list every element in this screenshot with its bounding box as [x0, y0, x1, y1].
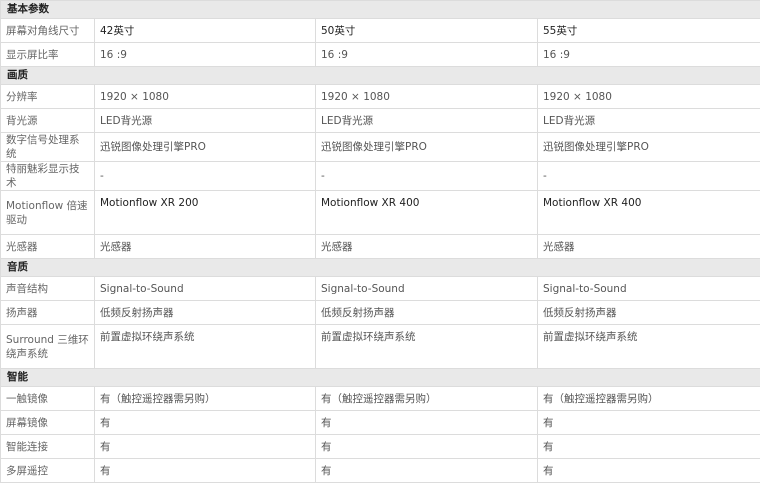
spec-value-model-3: 有 [538, 411, 760, 435]
section-title: 智能 [1, 369, 760, 387]
spec-label: 屏幕镜像 [1, 411, 95, 435]
spec-value-model-3: 有 [538, 459, 760, 483]
spec-row: 屏幕镜像有有有 [1, 411, 760, 435]
section-header: 智能 [1, 369, 760, 387]
spec-value-model-3: 1920 × 1080 [538, 85, 760, 109]
spec-label: Motionflow 倍速驱动 [1, 191, 95, 235]
spec-value-model-2: Motionflow XR 400 [316, 191, 538, 235]
spec-value-model-2: 低频反射扬声器 [316, 301, 538, 325]
section-header: 基本参数 [1, 1, 760, 19]
spec-row: 分辨率1920 × 10801920 × 10801920 × 1080 [1, 85, 760, 109]
spec-row: 屏幕对角线尺寸42英寸50英寸55英寸 [1, 19, 760, 43]
section-header: 音质 [1, 259, 760, 277]
spec-value-model-3: 有 [538, 435, 760, 459]
spec-table-body: 基本参数屏幕对角线尺寸42英寸50英寸55英寸显示屏比率16 :916 :916… [1, 1, 760, 483]
spec-value-model-1: LED背光源 [95, 109, 316, 133]
spec-value-model-2: LED背光源 [316, 109, 538, 133]
spec-value-model-1: Motionflow XR 200 [95, 191, 316, 235]
spec-label: 数字信号处理系统 [1, 133, 95, 162]
spec-value-model-1: 有 [95, 411, 316, 435]
spec-value-model-2: 迅锐图像处理引擎PRO [316, 133, 538, 162]
spec-label: 一触镜像 [1, 387, 95, 411]
spec-value-model-1: 有 [95, 435, 316, 459]
spec-label: 扬声器 [1, 301, 95, 325]
spec-label: 显示屏比率 [1, 43, 95, 67]
spec-table: 基本参数屏幕对角线尺寸42英寸50英寸55英寸显示屏比率16 :916 :916… [0, 0, 760, 483]
spec-value-model-1: - [95, 162, 316, 191]
spec-label: 声音结构 [1, 277, 95, 301]
spec-value-model-2: 有（触控遥控器需另购） [316, 387, 538, 411]
spec-value-model-3: 低频反射扬声器 [538, 301, 760, 325]
section-title: 音质 [1, 259, 760, 277]
spec-row: 数字信号处理系统迅锐图像处理引擎PRO迅锐图像处理引擎PRO迅锐图像处理引擎PR… [1, 133, 760, 162]
spec-label: 背光源 [1, 109, 95, 133]
spec-row: 扬声器低频反射扬声器低频反射扬声器低频反射扬声器 [1, 301, 760, 325]
spec-value-model-2: 有 [316, 435, 538, 459]
spec-value-model-1: 有（触控遥控器需另购） [95, 387, 316, 411]
spec-value-model-3: 前置虚拟环绕声系统 [538, 325, 760, 369]
spec-value-model-3: Motionflow XR 400 [538, 191, 760, 235]
spec-value-model-1: 低频反射扬声器 [95, 301, 316, 325]
spec-value-model-2: Signal-to-Sound [316, 277, 538, 301]
spec-value-model-1: 42英寸 [95, 19, 316, 43]
spec-value-model-1: 1920 × 1080 [95, 85, 316, 109]
spec-label: 特丽魅彩显示技术 [1, 162, 95, 191]
spec-value-model-1: 有 [95, 459, 316, 483]
spec-value-model-1: 光感器 [95, 235, 316, 259]
section-header: 画质 [1, 67, 760, 85]
spec-row: 多屏遥控有有有 [1, 459, 760, 483]
spec-value-model-2: 光感器 [316, 235, 538, 259]
spec-value-model-3: 迅锐图像处理引擎PRO [538, 133, 760, 162]
spec-row: 背光源LED背光源LED背光源LED背光源 [1, 109, 760, 133]
spec-value-model-2: 有 [316, 411, 538, 435]
spec-value-model-3: - [538, 162, 760, 191]
spec-label: 分辨率 [1, 85, 95, 109]
spec-value-model-2: - [316, 162, 538, 191]
spec-value-model-2: 有 [316, 459, 538, 483]
spec-value-model-3: Signal-to-Sound [538, 277, 760, 301]
spec-row: 一触镜像有（触控遥控器需另购）有（触控遥控器需另购）有（触控遥控器需另购） [1, 387, 760, 411]
spec-label: 光感器 [1, 235, 95, 259]
spec-row: 特丽魅彩显示技术--- [1, 162, 760, 191]
spec-label: 智能连接 [1, 435, 95, 459]
spec-row: 智能连接有有有 [1, 435, 760, 459]
spec-label: Surround 三维环绕声系统 [1, 325, 95, 369]
spec-row: Motionflow 倍速驱动Motionflow XR 200Motionfl… [1, 191, 760, 235]
spec-value-model-3: 55英寸 [538, 19, 760, 43]
section-title: 基本参数 [1, 1, 760, 19]
spec-value-model-3: 16 :9 [538, 43, 760, 67]
spec-row: 显示屏比率16 :916 :916 :9 [1, 43, 760, 67]
spec-value-model-2: 16 :9 [316, 43, 538, 67]
section-title: 画质 [1, 67, 760, 85]
spec-label: 屏幕对角线尺寸 [1, 19, 95, 43]
spec-row: 声音结构Signal-to-SoundSignal-to-SoundSignal… [1, 277, 760, 301]
spec-value-model-2: 前置虚拟环绕声系统 [316, 325, 538, 369]
spec-value-model-3: LED背光源 [538, 109, 760, 133]
spec-value-model-1: 前置虚拟环绕声系统 [95, 325, 316, 369]
spec-value-model-1: 16 :9 [95, 43, 316, 67]
spec-value-model-2: 1920 × 1080 [316, 85, 538, 109]
spec-value-model-3: 有（触控遥控器需另购） [538, 387, 760, 411]
spec-value-model-2: 50英寸 [316, 19, 538, 43]
spec-value-model-1: Signal-to-Sound [95, 277, 316, 301]
spec-value-model-3: 光感器 [538, 235, 760, 259]
spec-value-model-1: 迅锐图像处理引擎PRO [95, 133, 316, 162]
spec-row: Surround 三维环绕声系统前置虚拟环绕声系统前置虚拟环绕声系统前置虚拟环绕… [1, 325, 760, 369]
spec-row: 光感器光感器光感器光感器 [1, 235, 760, 259]
spec-label: 多屏遥控 [1, 459, 95, 483]
